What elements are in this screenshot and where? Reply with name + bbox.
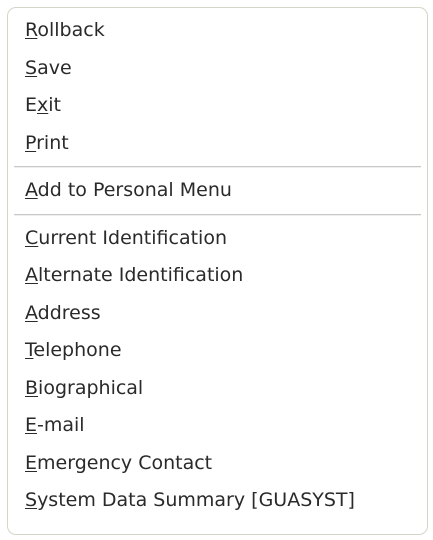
menu-item-add-to-personal-menu[interactable]: Add to Personal Menu bbox=[25, 172, 427, 210]
menu-item-rollback[interactable]: Rollback bbox=[25, 12, 427, 50]
context-menu: Rollback Save Exit Print Add to Personal… bbox=[7, 7, 428, 535]
menu-item-system-data-summary[interactable]: System Data Summary [GUASYST] bbox=[25, 482, 427, 520]
mnemonic-letter: R bbox=[25, 19, 38, 41]
mnemonic-letter: P bbox=[25, 131, 37, 154]
menu-item-address[interactable]: Address bbox=[25, 295, 427, 333]
mnemonic-letter: A bbox=[25, 179, 38, 201]
menu-item-save[interactable]: Save bbox=[25, 50, 427, 88]
menu-group-file: Rollback Save Exit Print bbox=[8, 8, 427, 162]
menu-item-print[interactable]: Print bbox=[25, 125, 427, 163]
menu-group-personal: Add to Personal Menu bbox=[8, 168, 427, 210]
mnemonic-letter: A bbox=[25, 264, 38, 286]
mnemonic-letter: T bbox=[25, 339, 34, 361]
mnemonic-letter: S bbox=[25, 56, 38, 79]
menu-item-alternate-identification[interactable]: Alternate Identification bbox=[25, 257, 427, 295]
menu-group-forms: Current Identification Alternate Identif… bbox=[8, 216, 427, 520]
mnemonic-letter: C bbox=[25, 226, 39, 249]
menu-item-email[interactable]: E-mail bbox=[25, 407, 427, 445]
menu-item-current-identification[interactable]: Current Identification bbox=[25, 220, 427, 258]
menu-item-exit[interactable]: Exit bbox=[25, 87, 427, 125]
mnemonic-letter: x bbox=[37, 94, 49, 116]
mnemonic-letter: A bbox=[25, 301, 38, 324]
menu-item-emergency-contact[interactable]: Emergency Contact bbox=[25, 445, 427, 483]
mnemonic-letter: S bbox=[25, 489, 38, 511]
mnemonic-letter: B bbox=[25, 376, 39, 399]
mnemonic-letter: E bbox=[25, 451, 38, 474]
menu-item-telephone[interactable]: Telephone bbox=[25, 332, 427, 370]
menu-item-biographical[interactable]: Biographical bbox=[25, 370, 427, 408]
mnemonic-letter: E bbox=[25, 414, 38, 436]
